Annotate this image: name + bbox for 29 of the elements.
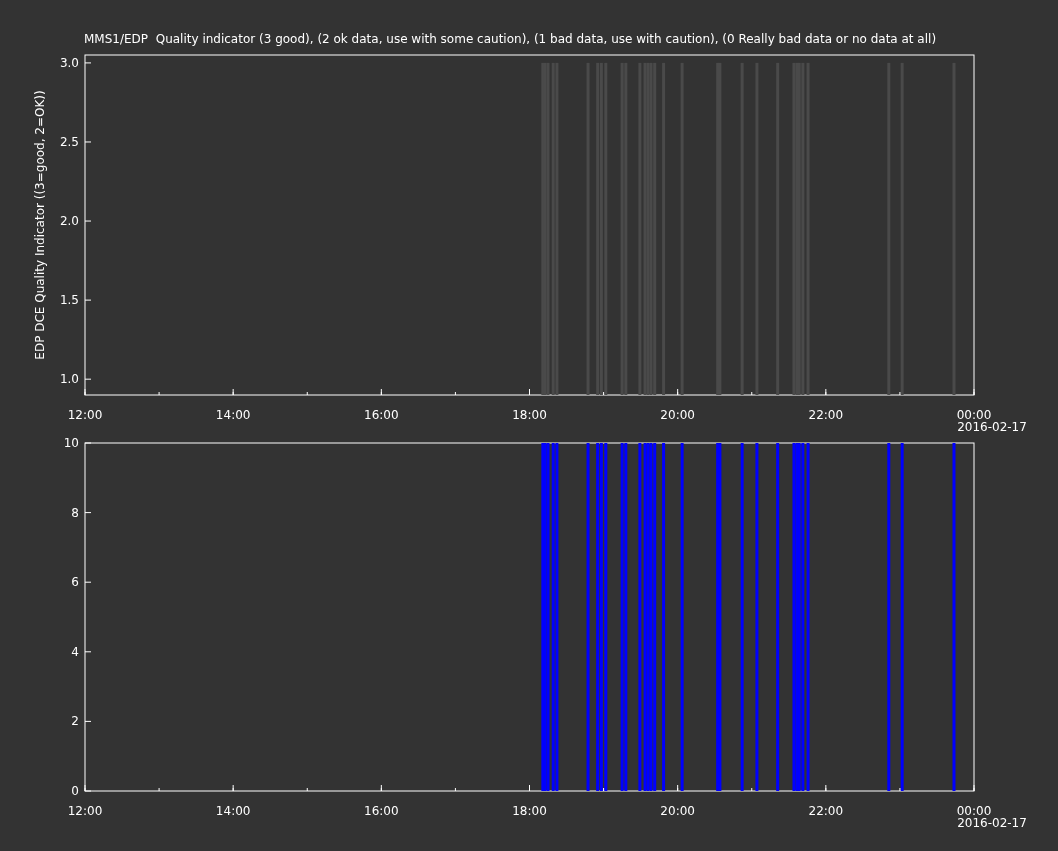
x-tick-label: 20:00: [660, 804, 695, 818]
y-tick-label: 2: [71, 714, 79, 729]
y-tick-label: 10: [63, 436, 79, 450]
x-tick-label: 22:00: [808, 408, 844, 422]
x-tick-label: 18:00: [512, 408, 547, 422]
y-tick-label: 6: [71, 575, 79, 590]
chart-title: MMS1/EDP Quality indicator (3 good), (2 ok data, use with some caution), (1 bad data, use with caution), (0 Really bad data or no data at all): [84, 32, 937, 46]
y-axis-label: EDP DCE Quality Indicator ((3=good, 2=OK)): [33, 90, 47, 360]
x-tick-label: 00:00: [956, 804, 992, 818]
y-tick-label: 1.5: [59, 293, 79, 308]
x-tick-label: 16:00: [364, 408, 399, 422]
x-tick-label: 22:00: [808, 804, 844, 818]
date-label: 2016-02-17: [957, 816, 1027, 830]
x-tick-label: 18:00: [512, 804, 547, 818]
y-tick-label: 3.0: [59, 55, 79, 70]
y-tick-label: 2.0: [59, 214, 79, 229]
y-tick-label: 1.0: [59, 372, 79, 387]
x-tick-label: 00:00: [956, 408, 992, 422]
x-tick-label: 14:00: [215, 408, 251, 422]
x-tick-label: 16:00: [364, 804, 399, 818]
y-tick-label: 4: [71, 644, 79, 659]
y-tick-label: 0: [71, 784, 79, 798]
x-tick-label: 14:00: [215, 804, 251, 818]
y-tick-label: 2.5: [59, 135, 79, 149]
x-tick-label: 20:00: [660, 408, 695, 422]
date-label: 2016-02-17: [957, 420, 1027, 434]
x-tick-label: 12:00: [67, 804, 103, 818]
x-tick-label: 12:00: [67, 408, 103, 422]
y-tick-label: 8: [71, 505, 79, 520]
